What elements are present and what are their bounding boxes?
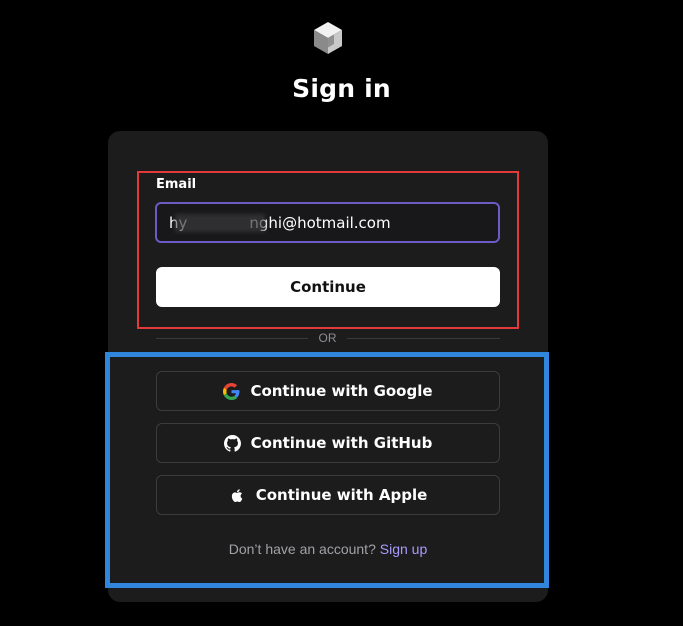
highlight-box-oauth-section <box>105 352 549 588</box>
divider-line-right <box>347 338 500 339</box>
divider-or-text: OR <box>318 331 337 345</box>
divider-line-left <box>156 338 308 339</box>
cube-logo-icon <box>314 22 342 54</box>
highlight-box-email-section <box>137 171 519 329</box>
page-title: Sign in <box>292 74 391 103</box>
